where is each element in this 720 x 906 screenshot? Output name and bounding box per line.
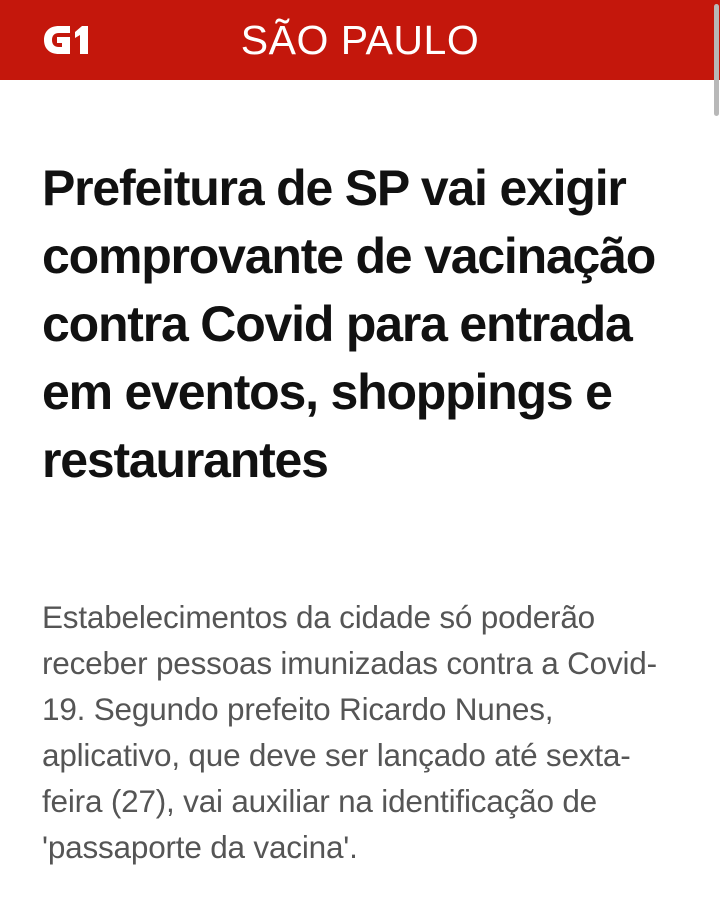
article-subheadline: Estabelecimentos da cidade só poderão re… [42,599,657,865]
scrollbar[interactable] [713,0,720,906]
article-headline: Prefeitura de SP vai exigir comprovante … [42,160,656,488]
scrollbar-thumb[interactable] [714,4,719,116]
section-title[interactable]: SÃO PAULO [0,0,720,80]
site-header: SÃO PAULO [0,0,720,80]
